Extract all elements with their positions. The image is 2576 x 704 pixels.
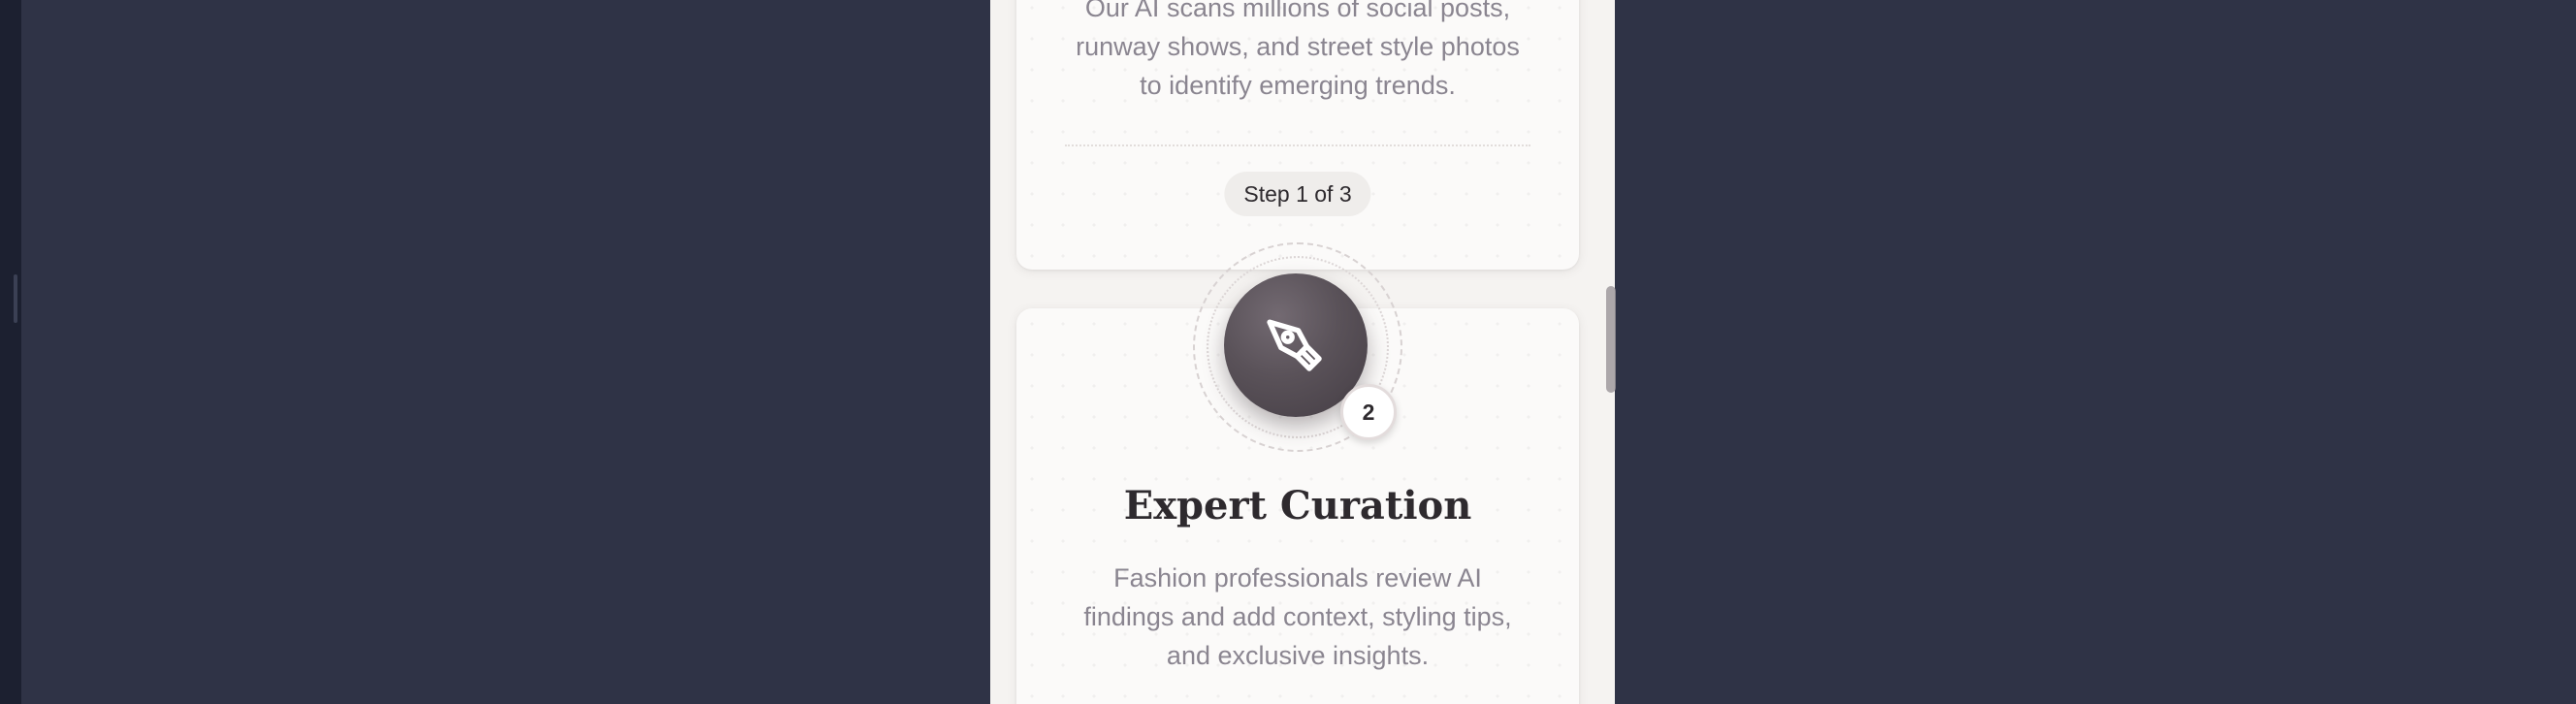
- step-2-description: Fashion professionals review AI findings…: [1083, 563, 1512, 670]
- step-2-title: Expert Curation: [1123, 483, 1472, 528]
- scrollbar-thumb[interactable]: [1606, 286, 1616, 393]
- pen-nib-icon: [1267, 319, 1322, 371]
- step-1-divider: [1065, 144, 1530, 146]
- resize-handle[interactable]: [14, 274, 17, 323]
- step-2-number-badge: 2: [1340, 384, 1397, 440]
- step-card-1: Our AI scans millions of social posts, r…: [1016, 0, 1579, 270]
- left-rail: [0, 0, 21, 704]
- step-progress-badge: Step 1 of 3: [1224, 172, 1371, 216]
- step-1-description: Our AI scans millions of social posts, r…: [1076, 0, 1520, 100]
- step-2-icon-group: 2: [1193, 242, 1402, 452]
